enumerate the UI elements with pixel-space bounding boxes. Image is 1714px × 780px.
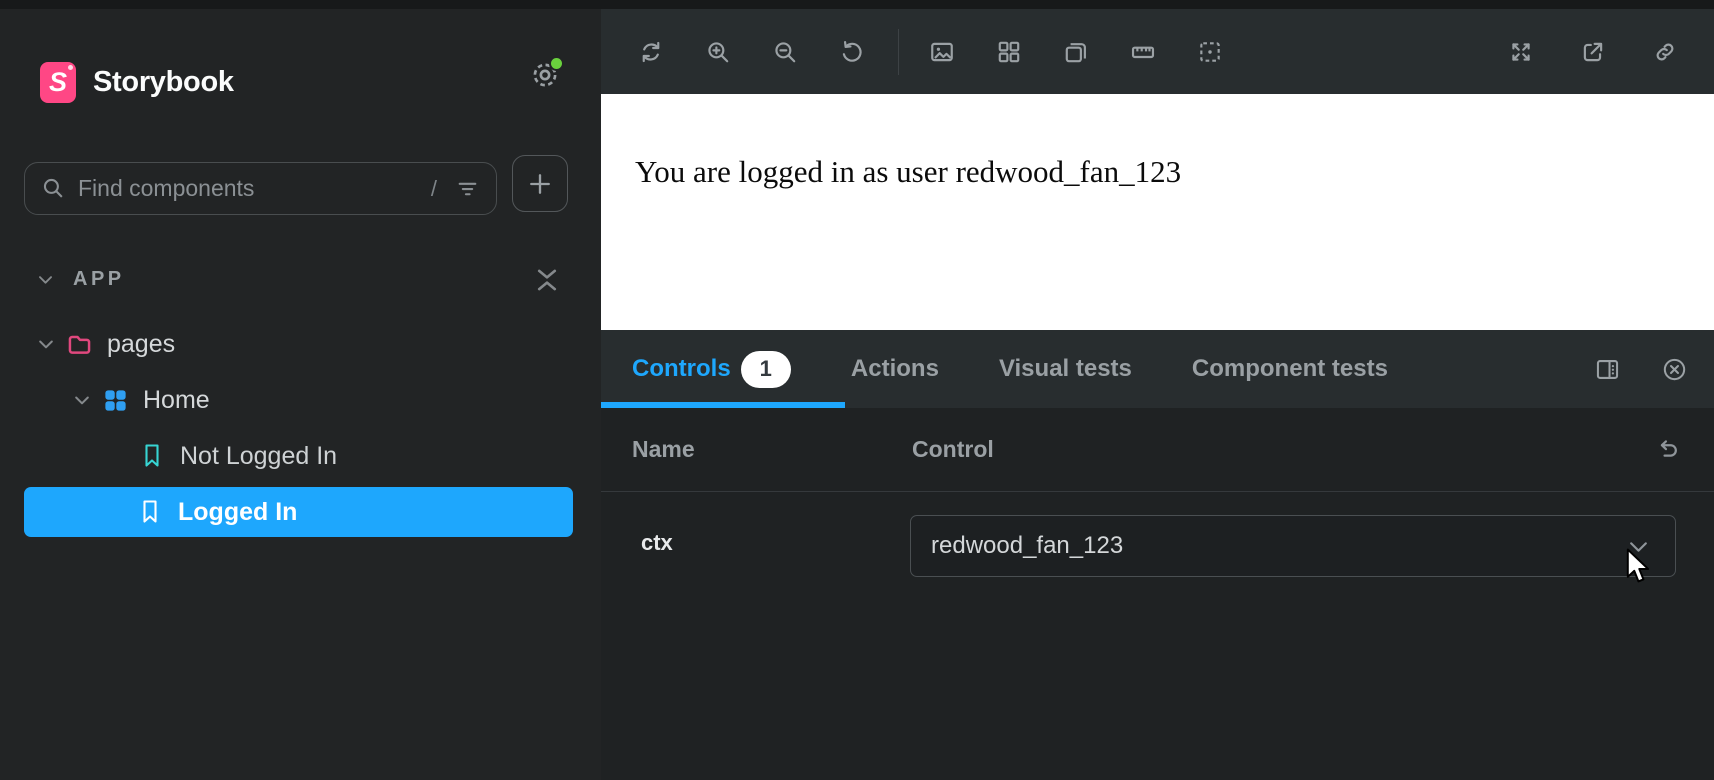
search-box[interactable]: /: [24, 162, 497, 215]
background-icon[interactable]: [929, 39, 955, 65]
bookmark-icon: [138, 498, 162, 526]
tab-visual-tests[interactable]: Visual tests: [999, 355, 1132, 383]
open-new-tab-icon[interactable]: [1580, 39, 1606, 65]
folder-icon: [66, 331, 93, 358]
filter-icon[interactable]: [455, 176, 480, 201]
sidebar-section-app: APP: [0, 256, 601, 304]
tree-item-pages[interactable]: pages: [0, 316, 601, 372]
zoom-in-icon[interactable]: [705, 39, 731, 65]
arg-name: ctx: [641, 530, 673, 556]
toolbar-separator: [898, 29, 899, 75]
story-output-text: You are logged in as user redwood_fan_12…: [635, 154, 1181, 190]
grid-icon[interactable]: [996, 39, 1022, 65]
story-canvas: You are logged in as user redwood_fan_12…: [601, 94, 1714, 330]
fullscreen-icon[interactable]: [1508, 39, 1534, 65]
tab-actions[interactable]: Actions: [851, 355, 939, 383]
controls-panel: Name Control ctx redwood_fan_123: [601, 408, 1714, 780]
tree-item-label: Logged In: [178, 498, 297, 527]
search-shortcut-key: /: [431, 176, 437, 202]
canvas-toolbar: [601, 9, 1714, 94]
controls-table-header: Name Control: [601, 408, 1714, 492]
chevron-down-icon: [36, 334, 56, 354]
component-grid-icon: [102, 387, 129, 414]
ctx-select-value: redwood_fan_123: [931, 532, 1123, 560]
measure-icon[interactable]: [1130, 39, 1156, 65]
create-story-button[interactable]: [512, 155, 568, 212]
ctx-select[interactable]: redwood_fan_123: [910, 515, 1676, 577]
tree-item-home[interactable]: Home: [0, 372, 601, 428]
window-top-edge: [0, 0, 1714, 9]
panel-position-icon[interactable]: [1594, 356, 1621, 383]
outline-icon[interactable]: [1197, 39, 1223, 65]
tree-item-not-logged-in[interactable]: Not Logged In: [0, 428, 601, 484]
close-panel-icon[interactable]: [1661, 356, 1688, 383]
control-column-header: Control: [912, 436, 994, 463]
sync-icon[interactable]: [638, 39, 664, 65]
chevron-down-icon[interactable]: [36, 270, 55, 289]
name-column-header: Name: [632, 436, 695, 463]
story-tree: pages Home Not Logged In Lo: [0, 316, 601, 540]
tab-component-tests[interactable]: Component tests: [1192, 355, 1388, 383]
sidebar: S Storybook /: [0, 0, 601, 780]
tree-item-label: Not Logged In: [180, 442, 337, 471]
storybook-logo: S: [40, 62, 76, 103]
notification-dot: [549, 56, 564, 71]
reset-zoom-icon[interactable]: [839, 39, 865, 65]
zoom-out-icon[interactable]: [772, 39, 798, 65]
bookmark-icon: [140, 442, 164, 470]
copy-link-icon[interactable]: [1652, 39, 1678, 65]
viewport-icon[interactable]: [1063, 39, 1089, 65]
storybook-logo-letter: S: [49, 67, 67, 98]
search-input[interactable]: [78, 175, 431, 202]
section-label: APP: [73, 268, 125, 291]
tree-item-logged-in[interactable]: Logged In: [24, 487, 573, 537]
controls-count-badge: 1: [741, 351, 791, 388]
chevron-down-icon: [72, 390, 92, 410]
plus-icon: [526, 170, 554, 198]
chevron-down-icon: [1630, 542, 1647, 552]
storybook-app: S Storybook /: [0, 0, 1714, 780]
search-icon: [41, 176, 66, 201]
tab-controls[interactable]: Controls 1: [632, 351, 791, 388]
addon-tabbar: Controls 1 Actions Visual tests Componen…: [601, 330, 1714, 408]
toolbar-right-group: [1462, 39, 1678, 65]
app-title: Storybook: [93, 66, 234, 99]
logo-notch: [68, 65, 73, 70]
collapse-all-icon[interactable]: [534, 264, 560, 296]
tabbar-right-group: [1554, 356, 1714, 383]
settings-button[interactable]: [529, 59, 563, 93]
tree-item-label: Home: [143, 386, 210, 415]
preview-pane: You are logged in as user redwood_fan_12…: [601, 0, 1714, 780]
undo-icon[interactable]: [1654, 436, 1681, 463]
tree-item-label: pages: [107, 330, 175, 359]
